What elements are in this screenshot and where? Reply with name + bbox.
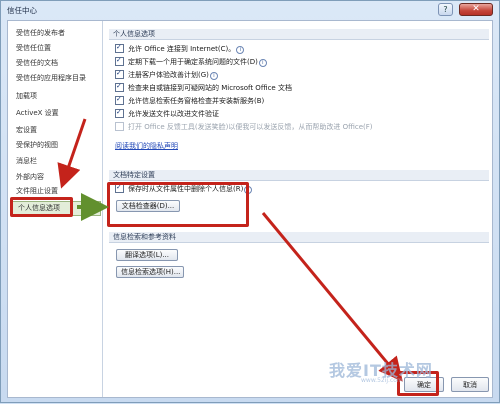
option-ceip[interactable]: 注册客户体验改善计划(G)i [115, 68, 218, 81]
window-title: 信任中心 [7, 6, 37, 15]
trust-center-window: 信任中心 ? ✕ 受信任的发布者 受信任位置 受信任的文档 受信任的应用程序目录… [0, 0, 500, 403]
option-file-validation[interactable]: 允许发送文件以改进文件验证 [115, 107, 219, 120]
dialog-client: 受信任的发布者 受信任位置 受信任的文档 受信任的应用程序目录 加载项 Acti… [7, 20, 493, 398]
highlight-box-document-settings [107, 182, 249, 227]
option-research-services[interactable]: 允许信息检索任务窗格检查并安装新服务(B) [115, 94, 264, 107]
watermark-url: www.52ij.com [361, 377, 403, 384]
checkbox[interactable] [115, 107, 124, 118]
sidebar-item-trusted-app-catalogs[interactable]: 受信任的应用程序目录 [11, 72, 102, 85]
section-header-research: 信息检索和参考资料 [109, 232, 489, 243]
checkbox [115, 121, 124, 131]
sidebar-item-external-content[interactable]: 外部内容 [11, 171, 102, 184]
info-icon: i [236, 46, 245, 54]
translate-options-button[interactable]: 翻译选项(L)... [116, 249, 178, 261]
sidebar-item-protected-view[interactable]: 受保护的视图 [11, 139, 102, 152]
info-icon: i [258, 59, 267, 67]
sidebar-item-addins[interactable]: 加载项 [11, 90, 102, 103]
title-bar: 信任中心 ? ✕ [1, 1, 499, 18]
sidebar-item-trusted-publishers[interactable]: 受信任的发布者 [11, 27, 102, 40]
option-download-file[interactable]: 定期下载一个用于确定系统问题的文件(D)i [115, 55, 267, 68]
section-header-document: 文档特定设置 [109, 170, 489, 181]
option-connect-internet[interactable]: 允许 Office 连接到 Internet(C)。i [115, 42, 245, 55]
sidebar-item-message-bar[interactable]: 消息栏 [11, 155, 102, 168]
privacy-statement-link[interactable]: 阅读我们的隐私声明 [115, 141, 178, 151]
sidebar-item-trusted-locations[interactable]: 受信任位置 [11, 42, 102, 55]
help-button[interactable]: ? [438, 3, 453, 16]
option-feedback-tool: 打开 Office 反馈工具(发送笑脸)以便我可以发送反馈，从而帮助改进 Off… [115, 121, 373, 133]
sidebar-item-macro[interactable]: 宏设置 [11, 124, 102, 137]
research-options-button[interactable]: 信息检索选项(H)... [116, 266, 184, 278]
checkbox[interactable] [115, 68, 124, 79]
checkbox[interactable] [115, 81, 124, 92]
sidebar-item-trusted-documents[interactable]: 受信任的文档 [11, 57, 102, 70]
section-header-personal: 个人信息选项 [109, 29, 489, 40]
checkbox[interactable] [115, 94, 124, 105]
info-icon: i [209, 72, 218, 80]
sidebar-item-activex[interactable]: ActiveX 设置 [11, 107, 102, 120]
checkbox[interactable] [115, 42, 124, 53]
cancel-button[interactable]: 取消 [451, 377, 489, 392]
highlight-box-sidebar [10, 197, 73, 217]
checkbox[interactable] [115, 55, 124, 66]
option-check-suspicious[interactable]: 检查来自或链接到可疑网站的 Microsoft Office 文档 [115, 81, 292, 94]
close-button[interactable]: ✕ [459, 3, 493, 16]
